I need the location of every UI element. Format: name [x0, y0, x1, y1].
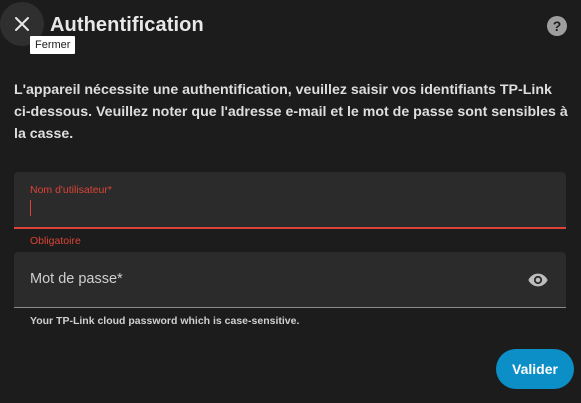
username-label: Nom d'utilisateur*: [30, 184, 112, 196]
close-tooltip: Fermer: [30, 36, 76, 54]
dialog-description: L'appareil nécessite une authentificatio…: [14, 82, 568, 142]
help-circle-icon: ?: [547, 16, 567, 36]
password-label: Mot de passe*: [30, 271, 123, 287]
dialog-title: Authentification: [50, 14, 204, 36]
submit-button[interactable]: Valider: [496, 349, 574, 389]
auth-dialog: Fermer Authentification ? L'appareil néc…: [0, 0, 581, 403]
svg-text:?: ?: [553, 18, 562, 34]
password-helper: Your TP-Link cloud password which is cas…: [30, 315, 300, 327]
text-cursor: [30, 200, 31, 216]
toggle-password-visibility[interactable]: [527, 269, 549, 291]
username-error: Obligatoire: [30, 235, 81, 247]
eye-icon: [528, 273, 548, 287]
help-button[interactable]: ?: [546, 15, 568, 37]
close-icon: [15, 17, 29, 31]
password-field[interactable]: Mot de passe*: [14, 252, 566, 308]
username-field[interactable]: Nom d'utilisateur*: [14, 172, 566, 229]
